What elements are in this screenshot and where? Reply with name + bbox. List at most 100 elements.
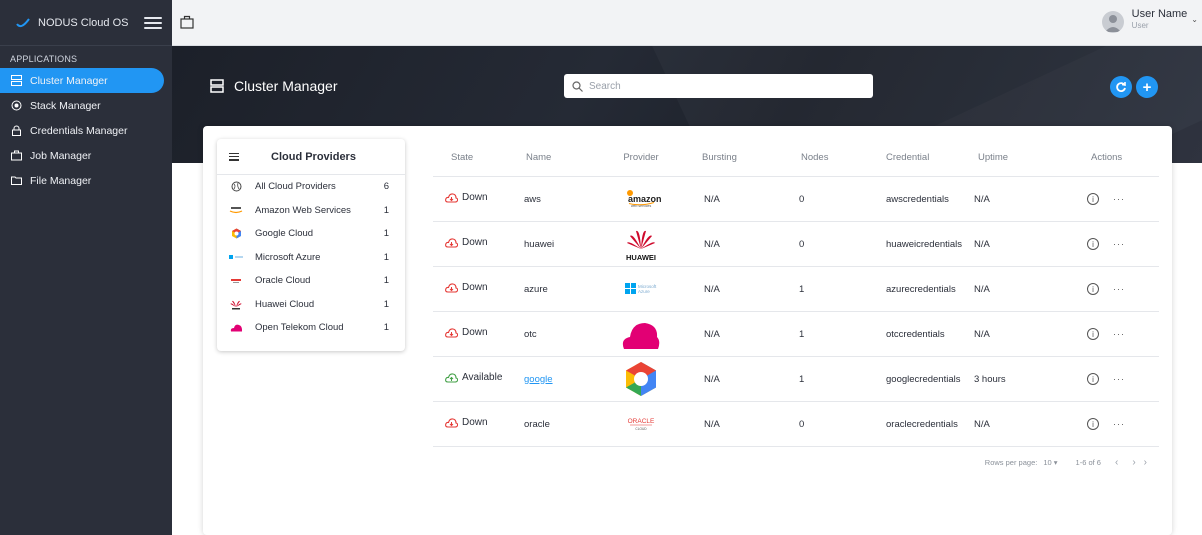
- provider-label: All Cloud Providers: [255, 181, 336, 193]
- cloud-down-icon: [445, 238, 458, 248]
- google-cloud-icon: [621, 360, 661, 398]
- credential-value: googlecredentials: [886, 373, 961, 385]
- plus-icon: +: [1142, 78, 1152, 96]
- column-header-provider[interactable]: Provider: [600, 152, 682, 163]
- oracle-logo-text: ORACLE: [628, 418, 655, 425]
- brand-name: NODUS Cloud OS: [38, 16, 129, 29]
- oracle-logo-sub: CLOUD: [635, 427, 647, 431]
- oracle-logo-icon: [229, 275, 243, 287]
- nodes-value: 1: [799, 373, 805, 385]
- user-role: User: [1131, 21, 1149, 30]
- column-header-bursting[interactable]: Bursting: [682, 152, 767, 163]
- provider-item-huawei[interactable]: Huawei Cloud 1: [217, 293, 405, 317]
- otc-logo-icon: [621, 315, 661, 353]
- status-badge: Down: [445, 237, 488, 248]
- cloud-down-icon: [445, 328, 458, 338]
- cloud-down-icon: [445, 193, 458, 203]
- hamburger-menu-icon[interactable]: [144, 15, 162, 31]
- sidebar-item-file-manager[interactable]: File Manager: [0, 168, 162, 193]
- search-input[interactable]: [589, 80, 869, 92]
- provider-item-aws[interactable]: Amazon Web Services 1: [217, 199, 405, 223]
- info-icon[interactable]: i: [1087, 373, 1099, 385]
- info-icon[interactable]: i: [1087, 283, 1099, 295]
- column-header-nodes[interactable]: Nodes: [767, 152, 850, 163]
- status-badge: Down: [445, 417, 488, 428]
- add-cluster-button[interactable]: +: [1136, 76, 1158, 98]
- provider-label: Oracle Cloud: [255, 275, 311, 287]
- amazon-logo-icon: amazon web services: [621, 180, 661, 218]
- info-icon[interactable]: i: [1087, 193, 1099, 205]
- more-options-icon[interactable]: ···: [1113, 329, 1125, 339]
- azure-logo-text-2: Azure: [638, 289, 650, 294]
- column-header-uptime[interactable]: Uptime: [964, 152, 1049, 163]
- bursting-value: N/A: [704, 238, 720, 250]
- next-page-button[interactable]: ›: [1132, 457, 1135, 468]
- user-menu[interactable]: User Name User ⌄: [1101, 7, 1198, 39]
- provider-item-otc[interactable]: Open Telekom Cloud 1: [217, 316, 405, 340]
- status-badge: Down: [445, 327, 488, 338]
- server-icon: [210, 79, 224, 93]
- sidebar-item-job-manager[interactable]: Job Manager: [0, 143, 162, 168]
- oracle-logo-icon: ORACLE CLOUD: [621, 405, 661, 443]
- sidebar-section-label: APPLICATIONS: [10, 54, 78, 64]
- info-icon[interactable]: i: [1087, 418, 1099, 430]
- provider-count: 1: [383, 228, 389, 240]
- cluster-name: aws: [524, 193, 541, 205]
- briefcase-icon[interactable]: [180, 15, 194, 29]
- column-header-actions: Actions: [1091, 152, 1123, 163]
- sidebar-item-cluster-manager[interactable]: Cluster Manager: [0, 68, 164, 93]
- provider-item-azure[interactable]: Microsoft Azure 1: [217, 246, 405, 270]
- table-row[interactable]: Down otc N/A 1 otccredentials N/A i ···: [433, 312, 1159, 357]
- uptime-value: 3 hours: [974, 373, 1006, 385]
- list-icon: [229, 152, 239, 161]
- globe-icon: [229, 181, 243, 193]
- nodes-value: 0: [799, 418, 805, 430]
- more-options-icon[interactable]: ···: [1113, 419, 1125, 429]
- cloud-down-icon: [445, 418, 458, 428]
- provider-label: Huawei Cloud: [255, 298, 315, 310]
- table-row[interactable]: Down huawei HUAWEI N/A 0 huaweicredentia…: [433, 222, 1159, 267]
- credential-value: otccredentials: [886, 328, 945, 340]
- column-header-name[interactable]: Name: [518, 152, 600, 163]
- info-icon[interactable]: i: [1087, 328, 1099, 340]
- credential-value: azurecredentials: [886, 283, 956, 295]
- folder-icon: [10, 175, 22, 187]
- uptime-value: N/A: [974, 283, 990, 295]
- table-row[interactable]: Down azure Microsoft Azure N/A 1 azurecr…: [433, 267, 1159, 312]
- provider-item-google[interactable]: Google Cloud 1: [217, 222, 405, 246]
- search-bar[interactable]: [564, 74, 873, 98]
- table-row[interactable]: Down oracle ORACLE CLOUD N/A 0 oraclecre…: [433, 402, 1159, 447]
- amazon-logo-text: amazon: [628, 194, 661, 204]
- table-row[interactable]: Available google N/A 1 googlecredentials…: [433, 357, 1159, 402]
- cluster-name-link[interactable]: google: [524, 374, 553, 385]
- more-options-icon[interactable]: ···: [1113, 239, 1125, 249]
- provider-count: 1: [383, 275, 389, 287]
- huawei-logo-icon: HUAWEI: [621, 225, 661, 263]
- content-card: Cloud Providers All Cloud Providers 6 Am…: [203, 126, 1172, 535]
- last-page-button[interactable]: ›: [1144, 457, 1147, 468]
- server-icon: [10, 75, 22, 87]
- prev-page-button[interactable]: ‹: [1115, 457, 1118, 468]
- otc-logo-icon: [229, 322, 243, 334]
- status-badge: Down: [445, 282, 488, 293]
- nodes-value: 0: [799, 193, 805, 205]
- google-cloud-icon: [229, 228, 243, 240]
- provider-item-oracle[interactable]: Oracle Cloud 1: [217, 269, 405, 293]
- more-options-icon[interactable]: ···: [1113, 284, 1125, 294]
- more-options-icon[interactable]: ···: [1113, 374, 1125, 384]
- sidebar-item-stack-manager[interactable]: Stack Manager: [0, 93, 162, 118]
- azure-logo-icon: Microsoft Azure: [621, 270, 661, 308]
- credential-value: huaweicredentials: [886, 238, 963, 250]
- cloud-up-icon: [445, 373, 458, 383]
- column-header-state[interactable]: State: [433, 152, 518, 163]
- sidebar-item-credentials-manager[interactable]: Credentials Manager: [0, 118, 162, 143]
- rows-per-page-label: Rows per page:: [984, 457, 1038, 467]
- refresh-button[interactable]: [1110, 76, 1132, 98]
- rows-per-page-select[interactable]: 10 ▾: [1043, 458, 1057, 467]
- info-icon[interactable]: i: [1087, 238, 1099, 250]
- column-header-credential[interactable]: Credential: [850, 152, 964, 163]
- table-row[interactable]: Down aws amazon web services N/A 0 awscr…: [433, 177, 1159, 222]
- provider-item-all[interactable]: All Cloud Providers 6: [217, 175, 405, 199]
- nodes-value: 0: [799, 238, 805, 250]
- more-options-icon[interactable]: ···: [1113, 194, 1125, 204]
